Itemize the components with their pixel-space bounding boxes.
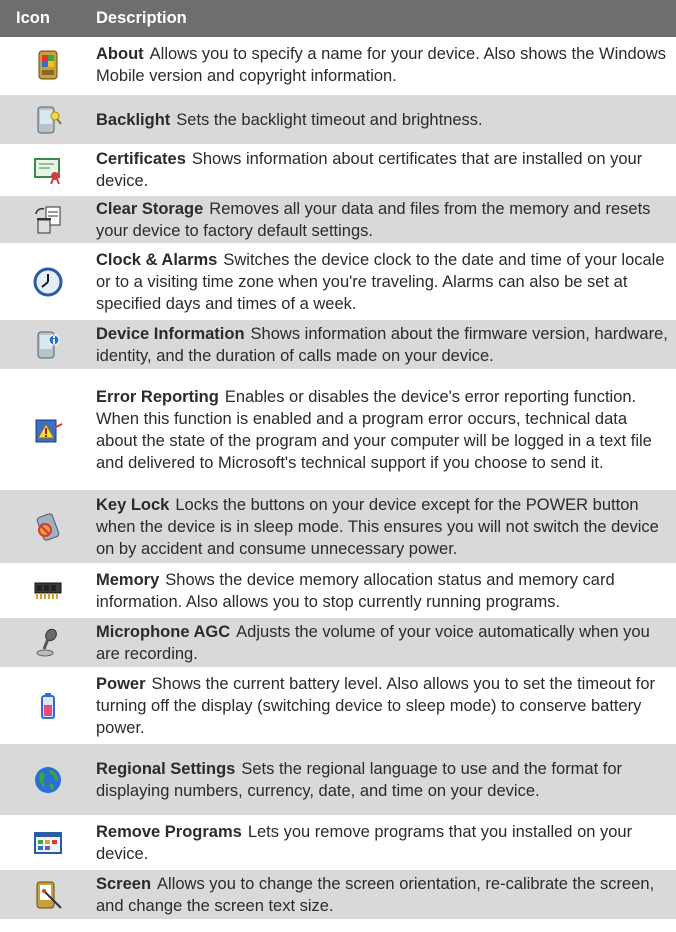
table-row: Clear Storage Removes all your data and f…: [0, 196, 676, 246]
row-text: Sets the backlight timeout and brightnes…: [176, 110, 483, 129]
key-lock-icon: [0, 511, 96, 543]
battery-icon: [0, 690, 96, 722]
row-title: About: [96, 44, 144, 63]
row-title: Microphone AGC: [96, 622, 231, 641]
column-header-icon: Icon: [16, 9, 50, 27]
row-text: Shows the current battery level. Also al…: [96, 674, 656, 737]
row-title: Certificates: [96, 150, 186, 168]
remove-programs-icon: [0, 827, 96, 859]
error-reporting-icon: [0, 414, 96, 446]
device-information-icon: [0, 329, 96, 361]
table-row: Key Lock Locks the buttons on your device…: [0, 490, 676, 566]
table-row: Screen Allows you to change the screen or…: [0, 870, 676, 922]
table-row: About Allows you to specify a name for yo…: [0, 37, 676, 95]
table-row: Memory Shows the device memory allocation…: [0, 566, 676, 618]
table-row: Backlight Sets the backlight timeout and …: [0, 95, 676, 147]
row-text: Allows you to specify a name for your de…: [96, 44, 666, 85]
row-title: Device Information: [96, 324, 245, 343]
table-row: Error Reporting Enables or disables the d…: [0, 372, 676, 490]
screen-icon: [0, 879, 96, 911]
row-text: Allows you to change the screen orientat…: [96, 874, 655, 915]
clear-storage-icon: [0, 204, 96, 236]
globe-icon: [0, 764, 96, 796]
row-title: Remove Programs: [96, 822, 242, 841]
memory-icon: [0, 575, 96, 607]
table-row: Certificates Shows information about cert…: [0, 147, 676, 196]
row-title: Error Reporting: [96, 387, 219, 406]
about-icon: [0, 49, 96, 81]
row-title: Key Lock: [96, 495, 170, 514]
row-text: Shows the device memory allocation statu…: [96, 570, 615, 611]
table-row: Microphone AGC Adjusts the volume of your…: [0, 618, 676, 670]
table-row: Regional Settings Sets the regional langu…: [0, 744, 676, 818]
row-title: Backlight: [96, 110, 171, 129]
row-title: Clear Storage: [96, 199, 204, 218]
clock-icon: [0, 266, 96, 298]
table-row: Device Information Shows information abou…: [0, 320, 676, 372]
table-row: Clock & Alarms Switches the device clock …: [0, 246, 676, 320]
certificates-icon: [0, 154, 96, 186]
table-header: Icon Description: [0, 0, 676, 37]
table-row: Power Shows the current battery level. Al…: [0, 670, 676, 744]
row-title: Screen: [96, 874, 152, 893]
row-title: Memory: [96, 570, 160, 589]
table-row: Remove Programs Lets you remove programs …: [0, 818, 676, 870]
row-text: Locks the buttons on your device except …: [96, 495, 659, 558]
column-header-description: Description: [96, 9, 187, 27]
row-title: Clock & Alarms: [96, 250, 218, 269]
row-title: Power: [96, 674, 146, 693]
row-title: Regional Settings: [96, 759, 236, 778]
backlight-icon: [0, 104, 96, 136]
settings-table: Icon Description About Allows you to spec…: [0, 0, 676, 922]
microphone-icon: [0, 627, 96, 659]
